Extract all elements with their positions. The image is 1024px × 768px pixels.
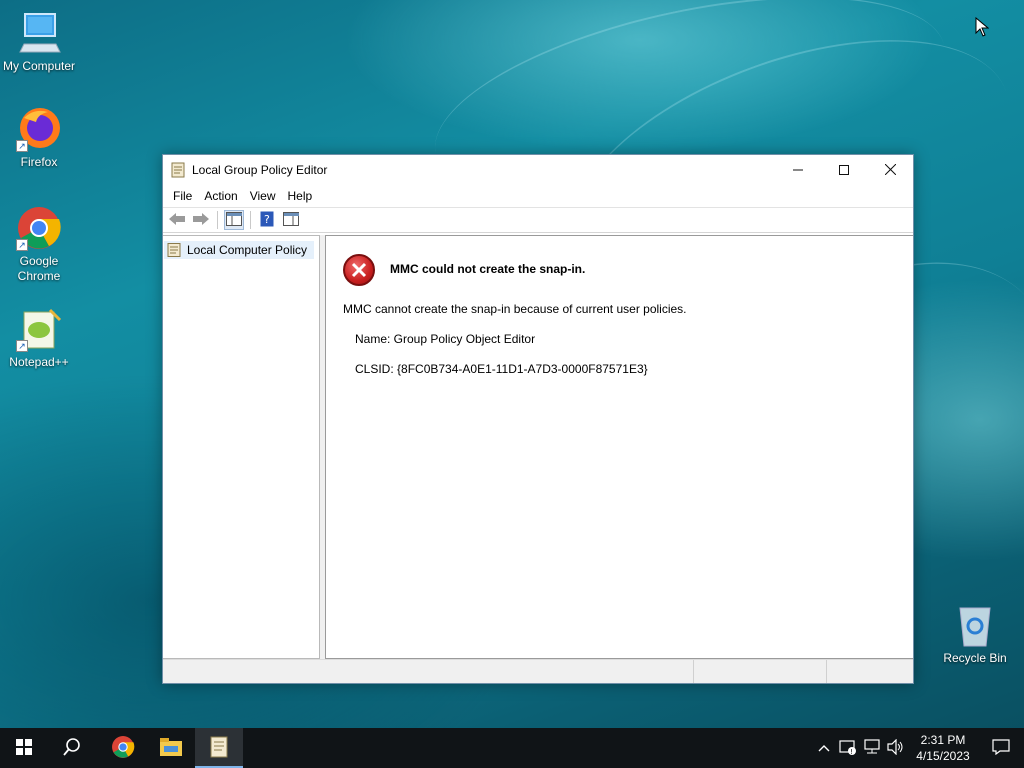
taskbar: ! 2:31 PM 4/15/2023: [0, 728, 1024, 768]
menu-bar: File Action View Help: [163, 185, 913, 207]
desktop-icon-label: Notepad++: [9, 355, 69, 369]
desktop-icon-firefox[interactable]: ↗ Firefox: [0, 106, 78, 170]
taskbar-file-explorer[interactable]: [147, 728, 195, 768]
gpedit-window: Local Group Policy Editor File Action Vi…: [162, 154, 914, 684]
show-hide-tree-button[interactable]: [224, 210, 244, 230]
gpedit-icon: [210, 736, 228, 761]
tray-network-warning[interactable]: !: [836, 728, 860, 768]
svg-text:?: ?: [264, 213, 270, 226]
chrome-icon: ↗: [16, 205, 62, 251]
desktop-icon-label-line1: Google: [19, 254, 59, 268]
chrome-icon: [111, 735, 135, 762]
desktop-icon-label-line2: Chrome: [17, 269, 61, 283]
console-tree[interactable]: Local Computer Policy: [163, 235, 320, 659]
system-tray: ! 2:31 PM 4/15/2023: [812, 728, 1024, 768]
error-snapin-name: Name: Group Policy Object Editor: [355, 332, 536, 346]
close-icon: [884, 162, 896, 178]
firefox-icon: ↗: [16, 106, 62, 152]
forward-button[interactable]: [191, 210, 211, 230]
start-icon: [16, 738, 32, 758]
minimize-icon: [793, 162, 803, 178]
gpedit-app-icon: [171, 162, 185, 178]
forward-arrow-icon: [193, 212, 209, 228]
taskbar-gpedit[interactable]: [195, 728, 243, 768]
status-cell: [827, 660, 913, 683]
desktop-icon-label: Recycle Bin: [943, 651, 1007, 665]
tray-network[interactable]: [860, 728, 884, 768]
menu-action[interactable]: Action: [198, 189, 243, 203]
notification-icon: [992, 738, 1010, 758]
show-hide-tree-icon: [226, 211, 242, 229]
svg-text:!: !: [850, 748, 853, 755]
clock-date: 4/15/2023: [916, 749, 970, 763]
help-icon: ?: [260, 211, 274, 230]
shortcut-arrow-icon: ↗: [16, 340, 28, 352]
search-button[interactable]: [48, 728, 96, 768]
file-explorer-icon: [160, 737, 182, 759]
toolbar: ?: [163, 207, 913, 233]
show-hidden-icons-button[interactable]: [812, 728, 836, 768]
desktop-icon-label: My Computer: [2, 59, 76, 73]
status-bar: [163, 659, 913, 683]
taskbar-clock[interactable]: 2:31 PM 4/15/2023: [908, 732, 978, 764]
network-icon: [863, 738, 881, 758]
back-button[interactable]: [167, 210, 187, 230]
close-button[interactable]: [867, 155, 913, 185]
desktop-icon-recycle-bin[interactable]: Recycle Bin: [936, 602, 1014, 666]
computer-icon: [16, 10, 62, 56]
window-titlebar[interactable]: Local Group Policy Editor: [163, 155, 913, 185]
toolbar-separator: [217, 211, 218, 229]
menu-view[interactable]: View: [244, 189, 282, 203]
toolbar-separator: [250, 211, 251, 229]
clock-time: 2:31 PM: [920, 733, 966, 747]
menu-help[interactable]: Help: [282, 189, 319, 203]
help-button[interactable]: ?: [257, 210, 277, 230]
tree-item-label: Local Computer Policy: [187, 243, 308, 257]
maximize-icon: [839, 162, 849, 178]
desktop-icon-label: Firefox: [20, 155, 58, 169]
volume-icon: [887, 738, 905, 758]
error-title: MMC could not create the snap-in.: [390, 262, 586, 276]
error-message: MMC cannot create the snap-in because of…: [343, 302, 687, 316]
chevron-up-icon: [818, 741, 830, 755]
search-icon: [63, 737, 81, 759]
desktop-icon-notepadpp[interactable]: ↗ Notepad++: [0, 306, 78, 370]
desktop-icon-chrome[interactable]: ↗ Google Chrome: [0, 205, 78, 284]
maximize-button[interactable]: [821, 155, 867, 185]
error-icon: [343, 254, 375, 286]
start-button[interactable]: [0, 728, 48, 768]
notepadpp-icon: ↗: [16, 306, 62, 352]
status-cell: [694, 660, 827, 683]
action-pane-icon: [283, 211, 299, 229]
shortcut-arrow-icon: ↗: [16, 140, 28, 152]
tree-item-local-computer-policy[interactable]: Local Computer Policy: [164, 241, 314, 259]
mouse-cursor-icon: [975, 16, 990, 40]
recycle-bin-icon: [952, 602, 998, 648]
content-panes: Local Computer Policy MMC could not crea…: [163, 235, 913, 659]
menu-file[interactable]: File: [167, 189, 198, 203]
tray-volume[interactable]: [884, 728, 908, 768]
minimize-button[interactable]: [775, 155, 821, 185]
network-warning-icon: !: [839, 739, 857, 758]
action-center-button[interactable]: [978, 728, 1024, 768]
shortcut-arrow-icon: ↗: [16, 239, 28, 251]
result-pane: MMC could not create the snap-in. MMC ca…: [325, 235, 913, 659]
status-cell: [163, 660, 694, 683]
back-arrow-icon: [169, 212, 185, 228]
taskbar-chrome[interactable]: [99, 728, 147, 768]
action-pane-button[interactable]: [281, 210, 301, 230]
error-clsid: CLSID: {8FC0B734-A0E1-11D1-A7D3-0000F875…: [355, 362, 648, 376]
policy-icon: [167, 243, 181, 257]
window-title: Local Group Policy Editor: [192, 163, 328, 177]
desktop-icon-my-computer[interactable]: My Computer: [0, 10, 78, 74]
